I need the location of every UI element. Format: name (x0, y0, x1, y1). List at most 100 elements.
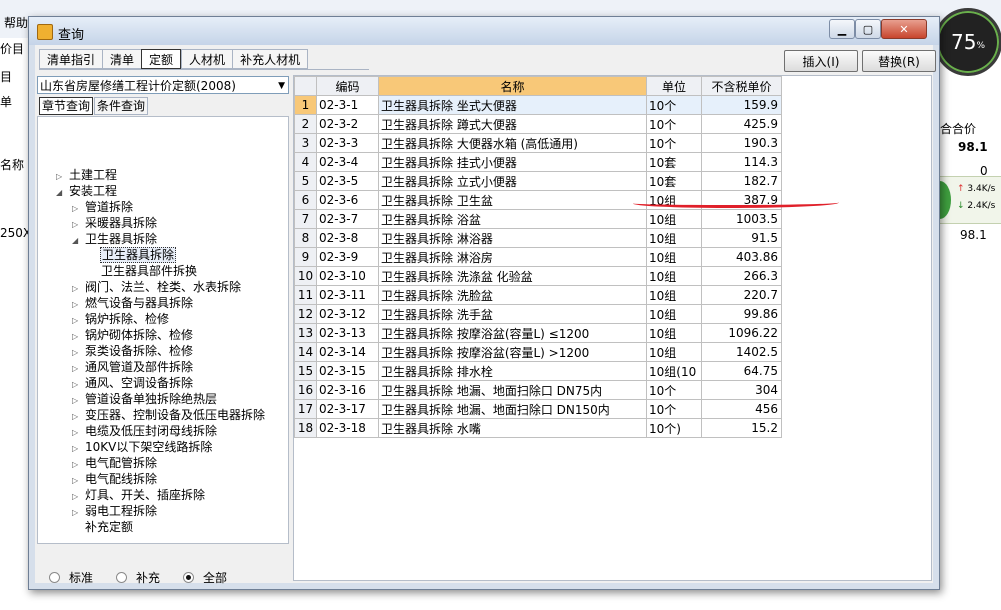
dialog-titlebar[interactable]: 查询 ▁ ▢ ✕ (29, 17, 939, 45)
tree-node[interactable]: ▷ 锅炉砌体拆除、检修 (72, 327, 194, 343)
code-cell: 02-3-7 (316, 209, 379, 229)
tab-2[interactable]: 定额 (141, 49, 182, 69)
table-row[interactable]: 7 02-3-7 卫生器具拆除 浴盆 10组 1003.5 (294, 209, 782, 229)
table-row[interactable]: 17 02-3-17 卫生器具拆除 地漏、地面扫除口 DN150内 10个 456 (294, 399, 782, 419)
quota-grid[interactable]: 编码 名称 单位 不含税单价 1 02-3-1 卫生器具拆除 坐式大便器 10个 159.9 2… (293, 75, 932, 581)
minimize-button[interactable]: ▁ (829, 19, 855, 39)
name-cell: 卫生器具拆除 淋浴房 (378, 247, 647, 267)
table-row[interactable]: 1 02-3-1 卫生器具拆除 坐式大便器 10个 159.9 (294, 95, 782, 115)
tree-node[interactable]: ▷ 弱电工程拆除 (72, 503, 158, 519)
table-row[interactable]: 13 02-3-13 卫生器具拆除 按摩浴盆(容量L) ≤1200 10组 1096.2… (294, 323, 782, 343)
table-row[interactable]: 4 02-3-4 卫生器具拆除 挂式小便器 10套 114.3 (294, 152, 782, 172)
chapter-tree[interactable]: ▷ 土建工程 ◢ 安装工程 ▷ 管道拆除 ▷ 采暖器具拆除 ◢ 卫生器具拆除 卫生器具拆除 卫生器具部… (37, 116, 289, 544)
column-header[interactable]: 不含税单价 (701, 76, 782, 96)
radio-label: 标准 (69, 571, 94, 585)
tree-node[interactable]: ▷ 管道拆除 (72, 199, 134, 215)
unit-cell: 10个 (646, 380, 702, 400)
table-row[interactable]: 12 02-3-12 卫生器具拆除 洗手盆 10组 99.86 (294, 304, 782, 324)
table-row[interactable]: 15 02-3-15 卫生器具拆除 排水栓 10组(10 64.75 (294, 361, 782, 381)
price-cell: 64.75 (701, 361, 782, 381)
tree-node[interactable]: ▷ 土建工程 (56, 167, 118, 183)
tree-node[interactable]: ▷ 电气配线拆除 (72, 471, 158, 487)
tree-node[interactable]: ▷ 通风、空调设备拆除 (72, 375, 194, 391)
tree-node[interactable]: ▷ 采暖器具拆除 (72, 215, 158, 231)
table-row[interactable]: 9 02-3-9 卫生器具拆除 淋浴房 10组 403.86 (294, 247, 782, 267)
tree-node-label: 电气配管拆除 (85, 456, 158, 470)
download-speed: ↓ 2.4K/s (957, 201, 995, 211)
dialog-title: 查询 (58, 28, 85, 43)
subtab-1[interactable]: 条件查询 (94, 97, 149, 115)
bg-fragment: 合合价 (940, 122, 977, 136)
tree-node-label: 锅炉拆除、检修 (85, 312, 170, 326)
tree-node[interactable]: ▷ 变压器、控制设备及低压电器拆除 (72, 407, 266, 423)
name-cell: 卫生器具拆除 地漏、地面扫除口 DN150内 (378, 399, 647, 419)
tree-node[interactable]: ▷ 管道设备单独拆除绝热层 (72, 391, 218, 407)
code-cell: 02-3-15 (316, 361, 379, 381)
network-speed-widget[interactable]: ↑ 3.4K/s ↓ 2.4K/s (929, 176, 1001, 224)
tree-node[interactable]: 卫生器具拆除 (88, 247, 177, 263)
row-number: 14 (294, 342, 317, 362)
tree-node[interactable]: ▷ 泵类设备拆除、检修 (72, 343, 194, 359)
filter-radio-0[interactable]: 标准 (49, 569, 93, 586)
column-header[interactable]: 编码 (316, 76, 379, 96)
column-header[interactable] (294, 76, 317, 96)
code-cell: 02-3-5 (316, 171, 379, 191)
close-button[interactable]: ✕ (881, 19, 927, 39)
tab-0[interactable]: 清单指引 (39, 49, 103, 69)
tab-1[interactable]: 清单 (102, 49, 142, 69)
radio-button-icon[interactable] (116, 572, 128, 583)
column-header[interactable]: 名称 (378, 76, 647, 96)
tree-node[interactable]: ▷ 燃气设备与器具拆除 (72, 295, 194, 311)
code-cell: 02-3-14 (316, 342, 379, 362)
table-row[interactable]: 10 02-3-10 卫生器具拆除 洗涤盆 化验盆 10组 266.3 (294, 266, 782, 286)
maximize-button[interactable]: ▢ (855, 19, 881, 39)
quota-library-select[interactable]: 山东省房屋修缮工程计价定额(2008) ▼ (37, 76, 289, 94)
tree-node[interactable]: ▷ 电气配管拆除 (72, 455, 158, 471)
code-cell: 02-3-17 (316, 399, 379, 419)
tree-node[interactable]: 卫生器具部件拆换 (88, 263, 198, 279)
tree-node[interactable]: 补充定额 (72, 519, 134, 535)
row-number: 6 (294, 190, 317, 210)
row-number: 16 (294, 380, 317, 400)
table-row[interactable]: 18 02-3-18 卫生器具拆除 水嘴 10个) 15.2 (294, 418, 782, 438)
quota-table: 编码 名称 单位 不含税单价 1 02-3-1 卫生器具拆除 坐式大便器 10个 159.9 2… (294, 76, 782, 438)
table-row[interactable]: 8 02-3-8 卫生器具拆除 淋浴器 10组 91.5 (294, 228, 782, 248)
bg-fragment: 名称 (0, 158, 25, 172)
table-row[interactable]: 2 02-3-2 卫生器具拆除 蹲式大便器 10个 425.9 (294, 114, 782, 134)
tree-node[interactable]: ▷ 电缆及低压封闭母线拆除 (72, 423, 218, 439)
radio-button-icon[interactable] (183, 572, 195, 583)
tab-4[interactable]: 补充人材机 (232, 49, 309, 69)
tree-node-label: 电缆及低压封闭母线拆除 (85, 424, 218, 438)
unit-cell: 10组 (646, 228, 702, 248)
table-row[interactable]: 11 02-3-11 卫生器具拆除 洗脸盆 10组 220.7 (294, 285, 782, 305)
collapse-icon[interactable]: ◢ (56, 185, 68, 201)
table-row[interactable]: 14 02-3-14 卫生器具拆除 按摩浴盆(容量L) >1200 10组 1402.5 (294, 342, 782, 362)
tree-node[interactable]: ▷ 锅炉拆除、检修 (72, 311, 170, 327)
table-row[interactable]: 3 02-3-3 卫生器具拆除 大便器水箱 (高低通用) 10个 190.3 (294, 133, 782, 153)
replace-button[interactable]: 替换(R) (862, 50, 936, 72)
table-row[interactable]: 16 02-3-16 卫生器具拆除 地漏、地面扫除口 DN75内 10个 304 (294, 380, 782, 400)
tree-node[interactable]: ▷ 10KV以下架空线路拆除 (72, 439, 213, 455)
tree-node[interactable]: ▷ 通风管道及部件拆除 (72, 359, 194, 375)
tree-node[interactable]: ▷ 阀门、法兰、栓类、水表拆除 (72, 279, 242, 295)
column-header[interactable]: 单位 (646, 76, 702, 96)
radio-button-icon[interactable] (49, 572, 60, 583)
tree-node[interactable]: ◢ 安装工程 (56, 183, 118, 199)
tree-node[interactable]: ▷ 灯具、开关、插座拆除 (72, 487, 206, 503)
table-row[interactable]: 5 02-3-5 卫生器具拆除 立式小便器 10套 182.7 (294, 171, 782, 191)
subtab-0[interactable]: 章节查询 (39, 97, 94, 115)
tab-3[interactable]: 人材机 (181, 49, 233, 69)
cpu-gauge[interactable]: 75% (934, 8, 1001, 76)
background-left-strip: 价目 目 单 名称 250X4 (0, 38, 39, 610)
collapse-icon[interactable]: ◢ (72, 233, 84, 249)
tree-node[interactable]: ◢ 卫生器具拆除 (72, 231, 158, 247)
price-cell: 1402.5 (701, 342, 782, 362)
menu-help[interactable]: 帮助 (4, 14, 28, 31)
query-dialog: 查询 ▁ ▢ ✕ 清单指引 清单 定额 人材机 补充人材机 插入(I) 替换(R) 山东… (28, 16, 940, 590)
gauge-unit: % (976, 41, 985, 51)
filter-radio-2[interactable]: 全部 (183, 569, 227, 586)
code-cell: 02-3-18 (316, 418, 379, 438)
name-cell: 卫生器具拆除 洗手盆 (378, 304, 647, 324)
insert-button[interactable]: 插入(I) (784, 50, 858, 72)
filter-radio-1[interactable]: 补充 (116, 569, 160, 586)
